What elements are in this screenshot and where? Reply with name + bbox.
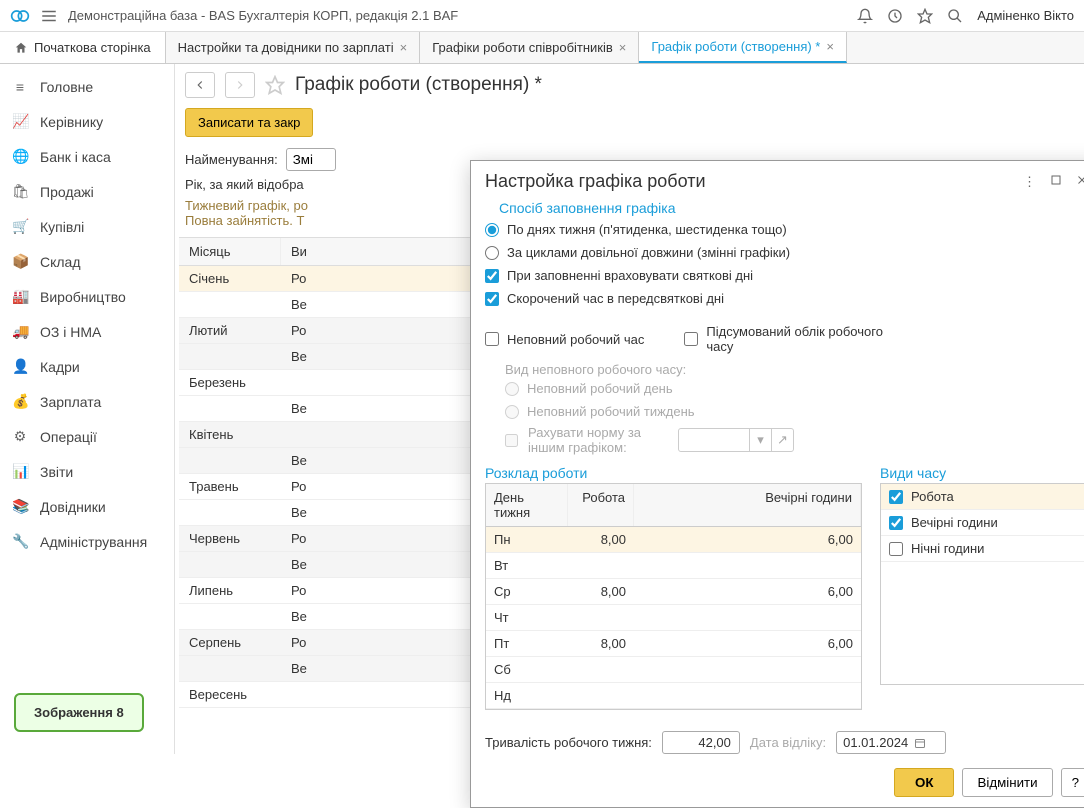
- close-modal-icon[interactable]: [1074, 172, 1084, 191]
- arrow-left-icon: [193, 78, 207, 92]
- calendar-icon: [914, 737, 926, 749]
- tab-home[interactable]: Початкова сторінка: [0, 32, 166, 63]
- tab-home-label: Початкова сторінка: [34, 40, 151, 55]
- radio-by-cycles[interactable]: За циклами довільної довжини (змінні гра…: [485, 241, 1084, 264]
- sidebar-item[interactable]: 🚚ОЗ і НМА: [0, 314, 174, 349]
- cancel-button[interactable]: Відмінити: [962, 768, 1052, 797]
- schedule-row[interactable]: Вт: [486, 553, 861, 579]
- sidebar-item[interactable]: 💰Зарплата: [0, 384, 174, 419]
- sidebar-icon: 🌐: [12, 148, 28, 165]
- sidebar-icon: ⚙: [12, 428, 28, 445]
- star-outline-icon[interactable]: [265, 75, 285, 95]
- schedule-row[interactable]: Ср8,006,00: [486, 579, 861, 605]
- week-duration-label: Тривалість робочого тижня:: [485, 735, 652, 750]
- maximize-icon[interactable]: [1048, 172, 1064, 191]
- fill-method-heading: Спосіб заповнення графіка: [485, 198, 1084, 218]
- open-icon: ↗: [771, 429, 793, 451]
- chevron-down-icon: ▾: [749, 429, 771, 451]
- sidebar-item[interactable]: 🏭Виробництво: [0, 279, 174, 314]
- sidebar-icon: 🛍: [12, 183, 28, 200]
- sidebar: ≡Головне📈Керівнику🌐Банк і каса🛍Продажі🛒К…: [0, 64, 175, 754]
- parttime-type-label: Вид неповного робочого часу:: [505, 362, 1084, 377]
- sidebar-item[interactable]: 🌐Банк і каса: [0, 139, 174, 174]
- sidebar-item[interactable]: ⚙Операції: [0, 419, 174, 454]
- close-icon[interactable]: ×: [400, 40, 408, 55]
- nav-forward-button[interactable]: [225, 72, 255, 98]
- sidebar-icon: 🚚: [12, 323, 28, 340]
- name-input[interactable]: [286, 148, 336, 171]
- sidebar-icon: 📦: [12, 253, 28, 270]
- sidebar-icon: 🔧: [12, 533, 28, 550]
- schedule-row[interactable]: Чт: [486, 605, 861, 631]
- sidebar-item[interactable]: 🛍Продажі: [0, 174, 174, 209]
- schedule-row[interactable]: Пн8,006,00: [486, 527, 861, 553]
- sidebar-item[interactable]: 👤Кадри: [0, 349, 174, 384]
- radio-partial-day: Неповний робочий день: [505, 377, 1084, 400]
- page-title: Графік роботи (створення) *: [295, 74, 542, 96]
- app-logo-icon: [10, 6, 30, 26]
- schedule-row[interactable]: Пт8,006,00: [486, 631, 861, 657]
- check-parttime[interactable]: Неповний робочий час: [485, 320, 644, 358]
- sidebar-item[interactable]: 🔧Адміністрування: [0, 524, 174, 559]
- arrow-right-icon: [233, 78, 247, 92]
- work-schedule-heading: Розклад роботи: [485, 463, 862, 483]
- time-types-heading: Види часу: [880, 463, 1084, 483]
- sidebar-icon: 📚: [12, 498, 28, 515]
- sidebar-item[interactable]: 🛒Купівлі: [0, 209, 174, 244]
- help-button[interactable]: ?: [1061, 768, 1084, 797]
- search-icon[interactable]: [947, 8, 963, 24]
- radio-by-weekdays[interactable]: По днях тижня (п'ятиденка, шестиденка то…: [485, 218, 1084, 241]
- sidebar-icon: 📊: [12, 463, 28, 480]
- modal-title: Настройка графіка роботи: [485, 171, 1011, 192]
- save-close-button[interactable]: Записати та закр: [185, 108, 313, 137]
- sidebar-icon: 🛒: [12, 218, 28, 235]
- start-date-label: Дата відліку:: [750, 735, 826, 750]
- schedule-settings-modal: Настройка графіка роботи ⋮ Спосіб заповн…: [470, 160, 1084, 808]
- week-duration-input[interactable]: 42,00: [662, 731, 740, 754]
- image-badge: Зображення 8: [14, 693, 144, 732]
- sidebar-icon: ≡: [12, 79, 28, 95]
- sidebar-icon: 👤: [12, 358, 28, 375]
- sidebar-item[interactable]: ≡Головне: [0, 70, 174, 104]
- norm-schedule-select: ▾ ↗: [678, 428, 794, 452]
- year-label: Рік, за який відобра: [185, 177, 304, 192]
- bell-icon[interactable]: [857, 8, 873, 24]
- check-summarized[interactable]: Підсумований облік робочого часу: [684, 320, 1084, 358]
- ok-button[interactable]: ОК: [894, 768, 955, 797]
- sidebar-icon: 🏭: [12, 288, 28, 305]
- check-preholiday[interactable]: Скорочений час в передсвяткові дні: [485, 287, 1084, 310]
- time-type-row[interactable]: Робота: [881, 484, 1084, 510]
- start-date-input[interactable]: 01.01.2024: [836, 731, 946, 754]
- star-icon[interactable]: [917, 8, 933, 24]
- time-types-list[interactable]: РоботаВечірні годиниНічні години: [880, 483, 1084, 685]
- user-name[interactable]: Адміненко Вікто: [977, 8, 1074, 23]
- time-type-row[interactable]: Вечірні години: [881, 510, 1084, 536]
- sidebar-item[interactable]: 📦Склад: [0, 244, 174, 279]
- check-norm-other: [505, 434, 518, 447]
- schedule-row[interactable]: Нд: [486, 683, 861, 709]
- sidebar-icon: 📈: [12, 113, 28, 130]
- hamburger-icon[interactable]: [40, 7, 58, 25]
- sidebar-item[interactable]: 📊Звіти: [0, 454, 174, 489]
- time-type-row[interactable]: Нічні години: [881, 536, 1084, 562]
- sidebar-item[interactable]: 📈Керівнику: [0, 104, 174, 139]
- schedule-table[interactable]: День тижня Робота Вечірні години Пн8,006…: [485, 483, 862, 710]
- close-icon[interactable]: ×: [826, 39, 834, 54]
- history-icon[interactable]: [887, 8, 903, 24]
- close-icon[interactable]: ×: [619, 40, 627, 55]
- check-holidays[interactable]: При заповненні враховувати святкові дні: [485, 264, 1084, 287]
- radio-partial-week: Неповний робочий тиждень: [505, 400, 1084, 423]
- home-icon: [14, 41, 28, 55]
- sidebar-item[interactable]: 📚Довідники: [0, 489, 174, 524]
- tab-schedule-create[interactable]: Графік роботи (створення) * ×: [639, 32, 847, 63]
- nav-back-button[interactable]: [185, 72, 215, 98]
- kebab-icon[interactable]: ⋮: [1021, 172, 1038, 192]
- app-title: Демонстраційна база - BAS Бухгалтерія КО…: [68, 8, 847, 23]
- tab-work-schedules[interactable]: Графіки роботи співробітників ×: [420, 32, 639, 63]
- tab-payroll-settings[interactable]: Настройки та довідники по зарплаті ×: [166, 32, 421, 63]
- schedule-row[interactable]: Сб: [486, 657, 861, 683]
- name-label: Найменування:: [185, 152, 278, 167]
- sidebar-icon: 💰: [12, 393, 28, 410]
